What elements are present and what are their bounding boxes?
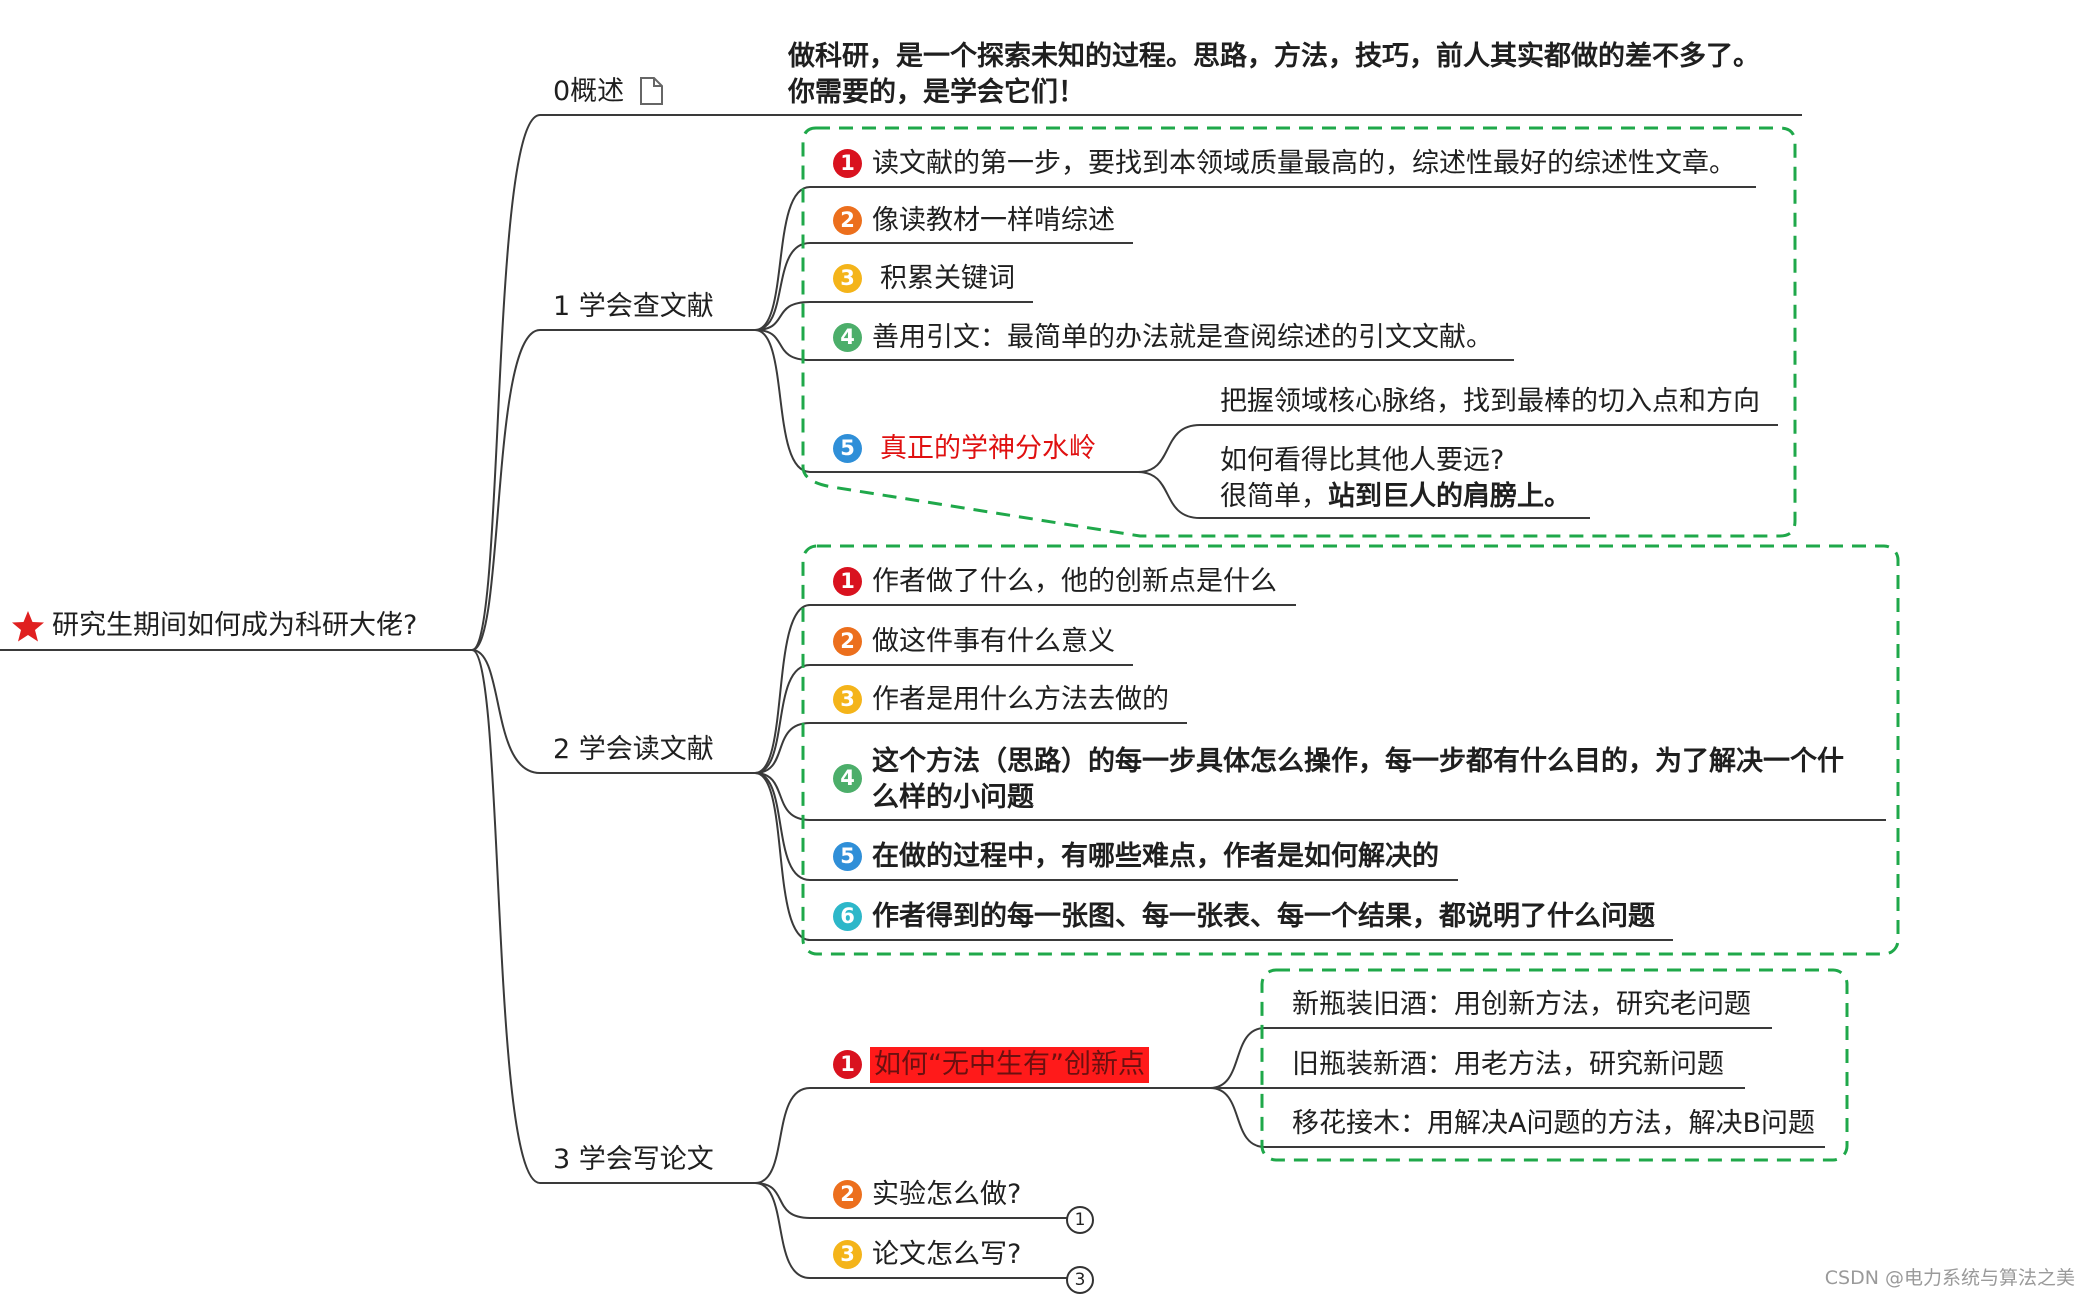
connector-branch1	[471, 329, 541, 651]
branch3-item-3[interactable]: 论文怎么写?	[872, 1237, 1021, 1273]
branch3-item1-sub-2[interactable]: 旧瓶装新酒：用老方法，研究新问题	[1292, 1047, 1724, 1083]
root-topic[interactable]: 研究生期间如何成为科研大佬?	[52, 608, 417, 644]
branch1-topic[interactable]: 1 学会查文献	[553, 289, 714, 325]
connector-branch3	[471, 649, 541, 1184]
number-badge-3-icon: 3	[833, 685, 862, 714]
star-icon	[12, 611, 44, 642]
branch2-topic[interactable]: 2 学会读文献	[553, 732, 714, 768]
branch1-item-4[interactable]: 善用引文：最简单的办法就是查阅综述的引文文献。	[872, 320, 1493, 356]
number-badge-2-icon: 2	[833, 206, 862, 235]
branch2-item-6[interactable]: 作者得到的每一张图、每一张表、每一个结果，都说明了什么问题	[872, 899, 1655, 935]
number-badge-4-icon: 4	[833, 323, 862, 352]
branch3-item1-sub-3[interactable]: 移花接木：用解决A问题的方法，解决B问题	[1292, 1106, 1815, 1142]
number-badge-2-icon: 2	[833, 1180, 862, 1209]
branch2-item-4-line2[interactable]: 么样的小问题	[872, 780, 1034, 816]
branch2-item-3[interactable]: 作者是用什么方法去做的	[872, 682, 1169, 718]
branch1-item5-sub-a[interactable]: 把握领域核心脉络，找到最棒的切入点和方向	[1220, 384, 1760, 420]
branch3-item-1-highlighted[interactable]: 如何“无中生有”创新点	[870, 1047, 1149, 1083]
number-badge-3-icon: 3	[833, 1240, 862, 1269]
branch1-item-1[interactable]: 读文献的第一步，要找到本领域质量最高的，综述性最好的综述性文章。	[872, 146, 1736, 182]
number-badge-6-icon: 6	[833, 902, 862, 931]
number-badge-2-icon: 2	[833, 627, 862, 656]
branch3-item-2[interactable]: 实验怎么做?	[872, 1177, 1021, 1213]
note-icon[interactable]	[640, 77, 663, 105]
collapsed-count-badge[interactable]: 3	[1066, 1266, 1094, 1294]
number-badge-5-icon: 5	[833, 842, 862, 871]
watermark: CSDN @电力系统与算法之美	[1824, 1267, 2075, 1289]
overview-note-line2: 你需要的，是学会它们！	[788, 77, 1085, 108]
overview-topic[interactable]: 0概述	[553, 74, 624, 110]
number-badge-3-icon: 3	[833, 264, 862, 293]
mind-map: 研究生期间如何成为科研大佬? 0概述 做科研，是一个探索未知的过程。思路，方法，…	[0, 0, 2087, 1296]
connector-overview	[471, 114, 541, 651]
sub-b-normal-text: 很简单，	[1220, 481, 1328, 512]
branch2-item-2[interactable]: 做这件事有什么意义	[872, 624, 1115, 660]
branch1-item-5[interactable]: 真正的学神分水岭	[880, 431, 1096, 467]
number-badge-4-icon: 4	[833, 764, 862, 793]
overview-note-line1: 做科研，是一个探索未知的过程。思路，方法，技巧，前人其实都做的差不多了。	[788, 41, 1760, 72]
number-badge-1-icon: 1	[833, 1050, 862, 1079]
branch1-item5-sub-b-line1[interactable]: 如何看得比其他人要远?	[1220, 443, 1504, 479]
branch3-topic[interactable]: 3 学会写论文	[553, 1142, 714, 1178]
branch2-item-1[interactable]: 作者做了什么，他的创新点是什么	[872, 564, 1277, 600]
branch2-item-5[interactable]: 在做的过程中，有哪些难点，作者是如何解决的	[872, 839, 1439, 875]
branch1-item5-sub-b-line2[interactable]: 很简单，站到巨人的肩膀上。	[1220, 479, 1571, 515]
number-badge-1-icon: 1	[833, 567, 862, 596]
collapsed-count-badge[interactable]: 1	[1066, 1206, 1094, 1234]
number-badge-1-icon: 1	[833, 149, 862, 178]
number-badge-5-icon: 5	[833, 434, 862, 463]
branch1-item-3[interactable]: 积累关键词	[880, 261, 1015, 297]
sub-b-bold-text: 站到巨人的肩膀上。	[1328, 481, 1571, 512]
branch1-item-2[interactable]: 像读教材一样啃综述	[872, 203, 1115, 239]
branch2-item-4-line1[interactable]: 这个方法（思路）的每一步具体怎么操作，每一步都有什么目的，为了解决一个什	[872, 744, 1844, 780]
branch3-item1-sub-1[interactable]: 新瓶装旧酒：用创新方法，研究老问题	[1292, 987, 1751, 1023]
